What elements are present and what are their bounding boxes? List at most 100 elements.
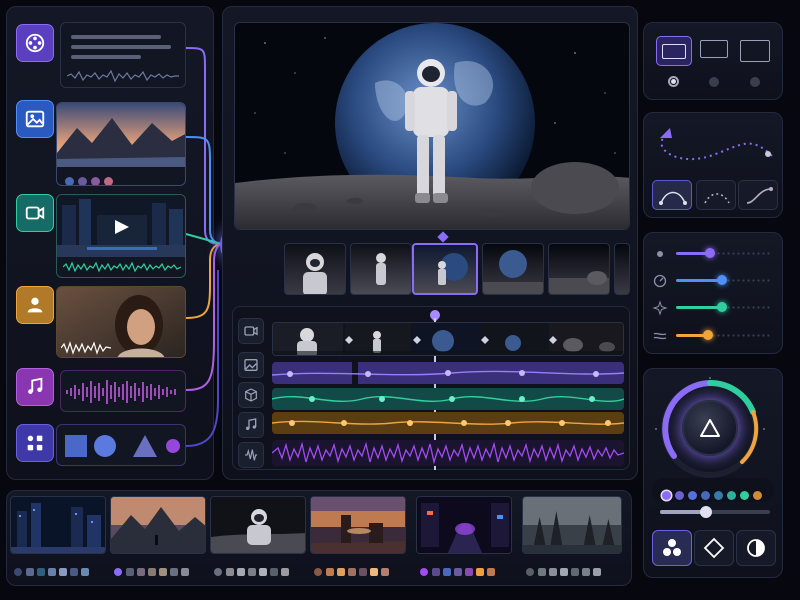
palette-swatch	[487, 568, 495, 576]
palette-swatch	[48, 568, 56, 576]
text-input-tile[interactable]	[16, 24, 54, 62]
gallery-thumbnail-astronaut[interactable]	[210, 496, 306, 580]
thumbnail-palette	[110, 561, 206, 580]
track-video-button[interactable]	[238, 318, 264, 344]
video-camera-icon	[25, 206, 45, 220]
color-swatch[interactable]	[688, 491, 697, 500]
palette-swatch	[465, 568, 473, 576]
palette-swatch	[348, 568, 356, 576]
video-input-card[interactable]	[56, 194, 186, 278]
palette-swatch	[443, 568, 451, 576]
thumbnail-palette	[10, 561, 106, 580]
music-note-icon	[28, 377, 43, 394]
motion-path-curve[interactable]	[650, 120, 778, 174]
curve-tool-dotted[interactable]	[696, 180, 736, 210]
aspect-radio-selected[interactable]	[668, 76, 679, 87]
wind-slider[interactable]	[676, 330, 772, 340]
curve-tool-arc[interactable]	[652, 180, 692, 210]
filmstrip-frame[interactable]	[482, 243, 544, 295]
palette-swatch	[370, 568, 378, 576]
gallery-thumbnail-desert-dusk[interactable]	[310, 496, 406, 580]
mode-button-diamond[interactable]	[694, 530, 734, 566]
text-line	[71, 45, 171, 49]
shapes-preview	[65, 435, 180, 457]
audio-waveform-track[interactable]	[271, 440, 625, 466]
gallery-thumbnail-mountain-sunset[interactable]	[110, 496, 206, 580]
palette-swatch	[259, 568, 267, 576]
thumbnail-palette	[210, 561, 306, 580]
arc-curve-icon	[659, 191, 687, 205]
astronaut-scene	[235, 23, 629, 229]
gallery-thumbnail-neon-street[interactable]	[416, 496, 512, 580]
mode-button-circles[interactable]	[652, 530, 692, 566]
video-waveform	[63, 261, 181, 273]
thumbnail-palette	[522, 561, 622, 580]
palette-swatch	[126, 568, 134, 576]
wind-slider-thumb[interactable]	[702, 330, 713, 340]
track-image-button[interactable]	[238, 352, 264, 378]
speed-slider-fill	[676, 279, 723, 282]
palette-swatch	[326, 568, 334, 576]
aspect-radio[interactable]	[709, 77, 719, 87]
speed-slider[interactable]	[676, 275, 772, 285]
music-note-icon	[246, 418, 257, 430]
light-slider-thumb[interactable]	[704, 248, 715, 258]
gallery-thumbnail-misty-forest[interactable]	[522, 496, 622, 580]
3d-keyframe-track[interactable]	[271, 388, 625, 410]
video-clip-track[interactable]	[272, 322, 624, 356]
light-slider[interactable]	[676, 248, 772, 258]
color-swatch[interactable]	[701, 491, 710, 500]
preview-viewport[interactable]	[234, 22, 630, 230]
palette-swatch	[381, 568, 389, 576]
image-keyframe-track[interactable]	[272, 362, 624, 384]
palette-swatch	[420, 568, 428, 576]
aspect-radio[interactable]	[750, 77, 760, 87]
track-music-button[interactable]	[238, 412, 264, 438]
track-audio-button[interactable]	[238, 442, 264, 468]
palette-swatch	[14, 568, 22, 576]
wind-icon	[652, 328, 668, 344]
image-input-card[interactable]	[56, 102, 186, 186]
color-swatch[interactable]	[714, 491, 723, 500]
image-input-tile[interactable]	[16, 100, 54, 138]
music-input-tile[interactable]	[16, 368, 54, 406]
grid-icon	[27, 435, 43, 451]
text-line	[71, 55, 141, 59]
shapes-input-tile[interactable]	[16, 424, 54, 462]
sparkle-slider-fill	[676, 306, 723, 309]
shapes-input-card[interactable]	[56, 424, 186, 466]
image-icon	[25, 110, 45, 128]
filmstrip-frame[interactable]	[614, 243, 630, 295]
palette-swatch	[560, 568, 568, 576]
color-swatch[interactable]	[753, 491, 762, 500]
portrait-input-card[interactable]	[56, 286, 186, 358]
sparkle-slider[interactable]	[676, 302, 772, 312]
filmstrip-frame-selected[interactable]	[412, 243, 478, 295]
dot-icon	[652, 246, 668, 262]
filmstrip-frame[interactable]	[284, 243, 346, 295]
text-line	[71, 35, 161, 39]
person-input-tile[interactable]	[16, 286, 54, 324]
gallery-thumbnail-city-night[interactable]	[10, 496, 106, 580]
color-swatch[interactable]	[675, 491, 684, 500]
music-input-card[interactable]	[60, 370, 186, 412]
text-waveform	[67, 69, 179, 83]
track-3d-button[interactable]	[238, 382, 264, 408]
text-prompt-card[interactable]	[60, 22, 186, 88]
dial-knob[interactable]	[682, 400, 738, 456]
color-swatch[interactable]	[727, 491, 736, 500]
aspect-option-landscape[interactable]	[700, 40, 728, 58]
filmstrip-frame[interactable]	[548, 243, 610, 295]
mode-button-contrast[interactable]	[736, 530, 776, 566]
palette-swatch	[248, 568, 256, 576]
color-swatch[interactable]	[662, 491, 671, 500]
video-input-tile[interactable]	[16, 194, 54, 232]
curve-tool-ease[interactable]	[738, 180, 778, 210]
intensity-slider-track[interactable]	[660, 506, 770, 518]
filmstrip-frame[interactable]	[350, 243, 412, 295]
color-swatch[interactable]	[740, 491, 749, 500]
music-keyframe-track[interactable]	[271, 412, 625, 434]
aspect-option-landscape-alt[interactable]	[740, 40, 770, 62]
aspect-option-wide[interactable]	[656, 36, 692, 66]
palette-swatch	[137, 568, 145, 576]
